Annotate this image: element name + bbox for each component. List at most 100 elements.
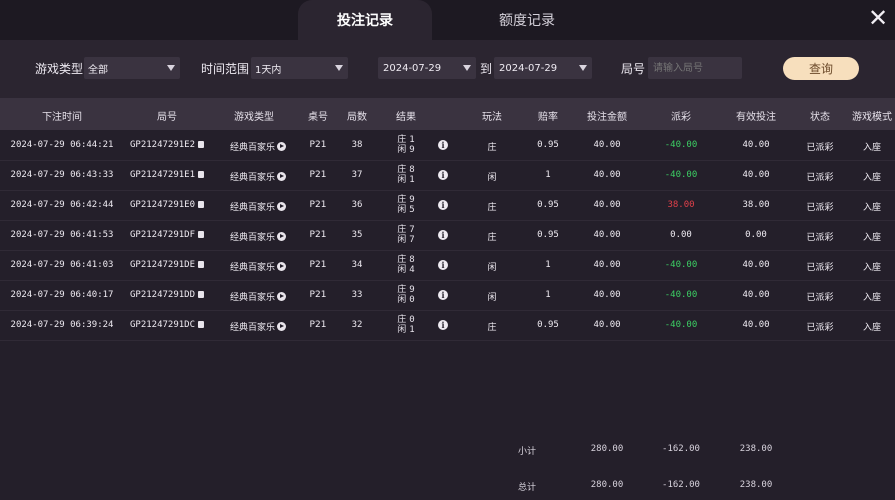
copy-icon[interactable] bbox=[198, 171, 205, 178]
cell-shoe-no: 37 bbox=[351, 170, 363, 180]
cell-payout: -40.00 bbox=[664, 140, 698, 150]
round-id-label: 局号 bbox=[621, 62, 646, 76]
info-icon[interactable]: i bbox=[438, 170, 448, 180]
cell-valid-bet: 40.00 bbox=[742, 260, 770, 270]
total-valid: 238.00 bbox=[739, 480, 773, 490]
cell-round-id: GP21247291DF bbox=[130, 230, 205, 240]
cell-result: 庄8闲1 bbox=[397, 165, 414, 185]
copy-icon[interactable] bbox=[198, 141, 205, 148]
date-to-select[interactable]: 2024-07-29 bbox=[494, 57, 592, 79]
col-result: 结果 bbox=[396, 112, 416, 123]
cell-odds: 1 bbox=[545, 290, 551, 300]
info-icon[interactable]: i bbox=[438, 230, 448, 240]
cell-round-id: GP21247291DC bbox=[130, 320, 205, 330]
play-icon[interactable] bbox=[277, 262, 287, 271]
table-row[interactable]: 2024-07-29 06:43:33 P21 37 闲 1 40.00 40.00 已派彩入… bbox=[0, 161, 895, 191]
result-player: 闲0 bbox=[397, 295, 414, 305]
query-button[interactable]: 查询 bbox=[783, 57, 859, 80]
tab-credit-records[interactable]: 额度记录 bbox=[460, 0, 594, 40]
info-icon[interactable]: i bbox=[438, 320, 448, 330]
cell-table-no: P21 bbox=[309, 140, 327, 150]
result-points: 9 bbox=[409, 195, 415, 205]
copy-icon[interactable] bbox=[198, 231, 205, 238]
game-type-select[interactable]: 全部 bbox=[84, 57, 180, 79]
play-icon[interactable] bbox=[277, 202, 287, 211]
game-type-value: 全部 bbox=[88, 64, 108, 76]
result-player: 闲1 bbox=[397, 325, 414, 335]
play-icon[interactable] bbox=[277, 172, 287, 181]
info-icon[interactable]: i bbox=[438, 260, 448, 270]
copy-icon[interactable] bbox=[198, 261, 205, 268]
chevron-down-icon bbox=[579, 65, 587, 71]
table-row[interactable]: 2024-07-29 06:42:44 P21 36 庄 0.95 40.00 38.00 已… bbox=[0, 191, 895, 221]
cell-table-no: P21 bbox=[309, 290, 327, 300]
cell-payout: 38.00 bbox=[667, 200, 695, 210]
table-header: 下注时间 局号 游戏类型 桌号 局数 结果 玩法 赔率 投注金额 派彩 有效投注… bbox=[0, 98, 895, 130]
time-range-select[interactable]: 1天内 bbox=[251, 57, 348, 79]
cell-game-mode: 入座 bbox=[862, 233, 882, 243]
cell-valid-bet: 40.00 bbox=[742, 170, 770, 180]
result-points: 1 bbox=[409, 325, 415, 335]
info-icon[interactable]: i bbox=[438, 200, 448, 210]
play-icon[interactable] bbox=[277, 142, 287, 151]
subtotal-valid: 238.00 bbox=[739, 444, 773, 454]
cell-shoe-no: 35 bbox=[351, 230, 363, 240]
result-points: 9 bbox=[409, 145, 415, 155]
cell-bet-time: 2024-07-29 06:44:21 bbox=[10, 140, 114, 150]
cell-odds: 0.95 bbox=[537, 140, 559, 150]
copy-icon[interactable] bbox=[198, 201, 205, 208]
result-points: 4 bbox=[409, 265, 415, 275]
result-banker: 庄0 bbox=[397, 315, 414, 325]
date-from-select[interactable]: 2024-07-29 bbox=[378, 57, 476, 79]
cell-round-id: GP21247291DD bbox=[130, 290, 205, 300]
cell-bet-amount: 40.00 bbox=[593, 320, 621, 330]
result-points: 9 bbox=[409, 285, 415, 295]
total-label: 总计 bbox=[517, 483, 537, 493]
table-row[interactable]: 2024-07-29 06:41:53 P21 35 庄 0.95 40.00 0.00 已派… bbox=[0, 221, 895, 251]
table-row[interactable]: 2024-07-29 06:40:17 P21 33 闲 1 40.00 40.00 已派彩 入… bbox=[0, 281, 895, 311]
result-side-label: 庄 bbox=[397, 195, 407, 205]
close-icon[interactable]: ✕ bbox=[865, 5, 891, 31]
table-row[interactable]: 2024-07-29 06:44:21 P21 38 庄 0.95 40.00 40.00 已… bbox=[0, 131, 895, 161]
play-icon[interactable] bbox=[277, 292, 287, 301]
cell-payout: -40.00 bbox=[664, 170, 698, 180]
cell-result: 庄8闲4 bbox=[397, 255, 414, 275]
cell-payout: -40.00 bbox=[664, 260, 698, 270]
result-side-label: 庄 bbox=[397, 225, 407, 235]
cell-bet-type: 庄 bbox=[487, 233, 497, 243]
cell-valid-bet: 38.00 bbox=[742, 200, 770, 210]
cell-bet-amount: 40.00 bbox=[593, 170, 621, 180]
game-type-text: 经典百家乐 bbox=[229, 293, 276, 303]
info-icon[interactable]: i bbox=[438, 140, 448, 150]
subtotal-payout: -162.00 bbox=[662, 444, 700, 454]
table-row[interactable]: 2024-07-29 06:41:03 P21 34 闲 1 40.00 40.00 已派彩 入… bbox=[0, 251, 895, 281]
copy-icon[interactable] bbox=[198, 321, 205, 328]
table-row[interactable]: 2024-07-29 06:39:24 P21 32 庄 0.95 40.00 40.00 已… bbox=[0, 311, 895, 341]
result-side-label: 闲 bbox=[397, 265, 407, 275]
result-banker: 庄9 bbox=[397, 195, 414, 205]
copy-icon[interactable] bbox=[198, 291, 205, 298]
col-valid-bet: 有效投注 bbox=[736, 112, 776, 123]
play-icon[interactable] bbox=[277, 322, 287, 331]
result-side-label: 庄 bbox=[397, 165, 407, 175]
cell-game-mode: 入座 bbox=[862, 263, 882, 273]
date-from-value: 2024-07-29 bbox=[383, 62, 442, 74]
play-icon[interactable] bbox=[277, 232, 287, 241]
cell-odds: 1 bbox=[545, 170, 551, 180]
tab-bet-records[interactable]: 投注记录 bbox=[298, 0, 432, 40]
cell-odds: 0.95 bbox=[537, 320, 559, 330]
tab-bar: 投注记录 额度记录 ✕ bbox=[0, 0, 895, 40]
round-id-text: GP21247291E1 bbox=[129, 170, 196, 180]
round-id-input[interactable] bbox=[648, 57, 742, 79]
cell-game-type: 经典百家乐 bbox=[230, 200, 287, 213]
cell-table-no: P21 bbox=[309, 260, 327, 270]
result-banker: 庄1 bbox=[397, 135, 414, 145]
cell-bet-type: 闲 bbox=[487, 293, 497, 303]
cell-status: 已派彩 bbox=[806, 203, 834, 213]
result-points: 8 bbox=[409, 255, 415, 265]
cell-bet-amount: 40.00 bbox=[593, 200, 621, 210]
cell-table-no: P21 bbox=[309, 170, 327, 180]
cell-shoe-no: 32 bbox=[351, 320, 363, 330]
info-icon[interactable]: i bbox=[438, 290, 448, 300]
cell-result: 庄9闲5 bbox=[397, 195, 414, 215]
